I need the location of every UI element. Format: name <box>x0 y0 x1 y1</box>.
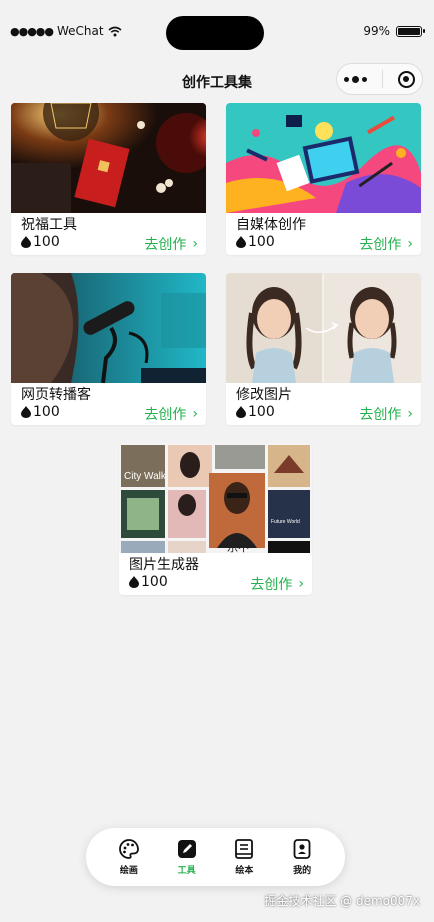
card-cost-value: 100 <box>33 234 60 250</box>
chevron-right-icon: › <box>407 406 413 422</box>
tool-card-blessing[interactable]: 祝福工具 100 去创作 › <box>11 103 206 255</box>
create-button[interactable]: 去创作 › <box>359 404 413 424</box>
card-title: 图片生成器 <box>129 557 199 573</box>
card-cost: 100 <box>129 574 168 590</box>
chevron-right-icon: › <box>192 406 198 422</box>
create-label: 去创作 <box>144 407 187 423</box>
card-cost-value: 100 <box>141 574 168 590</box>
battery-percent: 99% <box>363 24 390 38</box>
card-title: 网页转播客 <box>21 387 91 403</box>
card-cost: 100 <box>21 404 60 420</box>
flame-icon <box>21 406 31 418</box>
tab-label: 绘画 <box>119 866 138 876</box>
book-icon <box>235 839 254 859</box>
card-title: 自媒体创作 <box>236 217 306 233</box>
create-button[interactable]: 去创作 › <box>144 234 198 254</box>
battery-level <box>398 27 420 35</box>
signal-icon: ●●●●● <box>10 24 54 38</box>
card-cost-value: 100 <box>248 404 275 420</box>
card-cost-value: 100 <box>248 234 275 250</box>
create-button[interactable]: 去创作 › <box>359 234 413 254</box>
more-icon[interactable] <box>344 75 368 83</box>
tool-card-image-generator[interactable]: City Walk Future World 乐不 图片生成器 100 去创作 … <box>119 443 312 595</box>
chevron-right-icon: › <box>407 236 413 252</box>
card-image-generator: City Walk Future World 乐不 <box>119 443 312 553</box>
create-button[interactable]: 去创作 › <box>250 574 304 594</box>
create-label: 去创作 <box>144 237 187 253</box>
status-left: ●●●●● WeChat <box>10 24 122 38</box>
card-title: 修改图片 <box>236 387 292 403</box>
status-bar: ●●●●● WeChat 99% <box>0 0 434 64</box>
tool-card-podcast[interactable]: 网页转播客 100 去创作 › <box>11 273 206 425</box>
collage-text-citywalk: City Walk <box>124 471 167 482</box>
collage-text-future: Future World <box>271 519 300 525</box>
tab-mine[interactable]: 我的 <box>278 838 326 876</box>
flame-icon <box>129 576 139 588</box>
bottom-tab-bar: 绘画 工具 绘本 我的 <box>86 828 345 886</box>
tab-label: 工具 <box>177 866 196 876</box>
flame-icon <box>236 406 246 418</box>
capsule-divider <box>381 70 383 88</box>
tab-label: 绘本 <box>235 866 254 876</box>
tool-card-media[interactable]: 自媒体创作 100 去创作 › <box>226 103 421 255</box>
camera-notch <box>166 16 264 50</box>
tab-tools[interactable]: 工具 <box>163 838 211 876</box>
create-label: 去创作 <box>359 237 402 253</box>
flame-icon <box>21 236 31 248</box>
card-title: 祝福工具 <box>21 217 77 233</box>
card-cost: 100 <box>21 234 60 250</box>
close-miniprogram-icon[interactable] <box>397 70 415 88</box>
carrier-label: WeChat <box>57 24 104 38</box>
tab-label: 我的 <box>293 866 312 876</box>
create-label: 去创作 <box>250 577 293 593</box>
flame-icon <box>236 236 246 248</box>
mini-program-capsule <box>336 63 423 95</box>
card-image-podcast <box>11 273 206 383</box>
tab-paint[interactable]: 绘画 <box>105 838 153 876</box>
edit-icon <box>177 840 196 858</box>
battery-icon <box>396 25 425 37</box>
create-label: 去创作 <box>359 407 402 423</box>
create-button[interactable]: 去创作 › <box>144 404 198 424</box>
chevron-right-icon: › <box>298 576 304 592</box>
card-image-edit <box>226 273 421 383</box>
card-image-blessing <box>11 103 206 213</box>
profile-icon <box>293 839 311 859</box>
card-cost-value: 100 <box>33 404 60 420</box>
chevron-right-icon: › <box>192 236 198 252</box>
wifi-icon <box>108 26 122 36</box>
palette-icon <box>118 839 139 859</box>
card-image-media <box>226 103 421 213</box>
collage-text-lebu: 乐不 <box>227 541 249 553</box>
tab-picture-book[interactable]: 绘本 <box>220 838 268 876</box>
card-cost: 100 <box>236 404 275 420</box>
status-right: 99% <box>363 24 425 38</box>
card-cost: 100 <box>236 234 275 250</box>
tool-card-edit-image[interactable]: 修改图片 100 去创作 › <box>226 273 421 425</box>
watermark: 掘金技术社区 @ demo007x <box>264 894 420 908</box>
